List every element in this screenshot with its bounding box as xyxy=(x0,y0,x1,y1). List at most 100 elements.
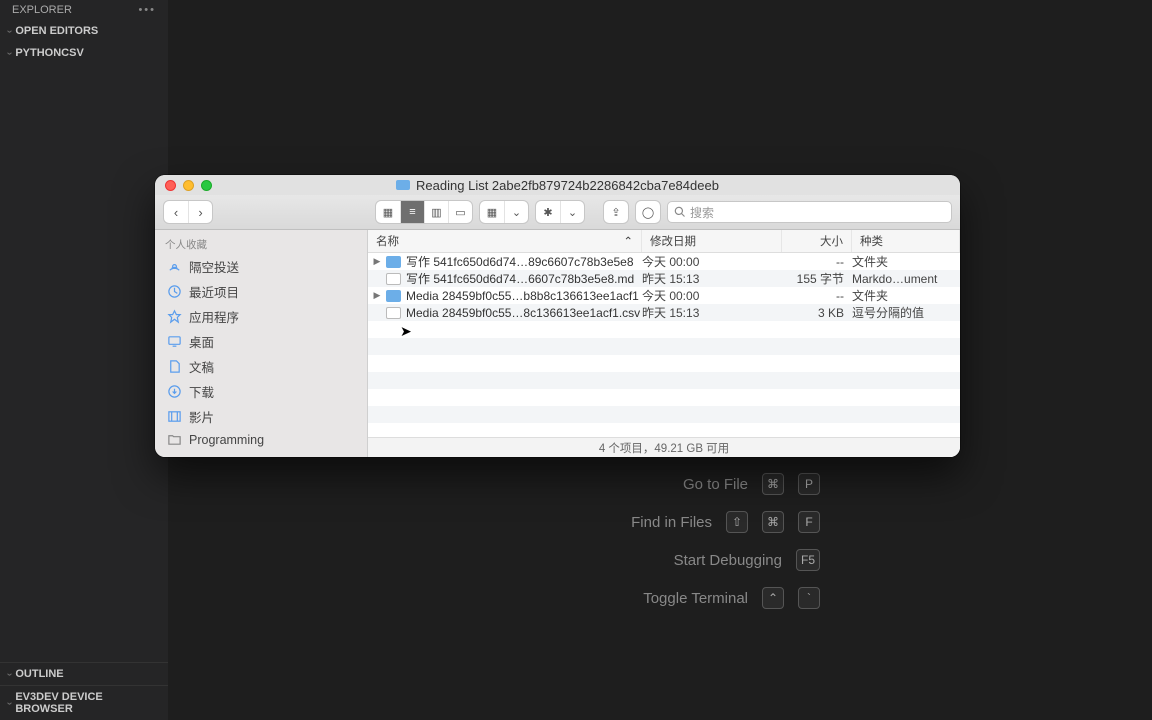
folder-icon xyxy=(167,432,182,447)
sidebar-airdrop[interactable]: 隔空投送 xyxy=(155,254,367,279)
sidebar-desktop[interactable]: 桌面 xyxy=(155,329,367,354)
icon-view-button[interactable]: ▦ xyxy=(376,201,400,223)
file-kind: Markdo…ument xyxy=(852,272,960,286)
tag-icon: ◯ xyxy=(636,201,660,223)
file-size: 155 字节 xyxy=(782,270,852,287)
finder-sidebar: 个人收藏 隔空投送 最近项目 应用程序 桌面 文稿 下载 影片 Programm… xyxy=(155,230,368,457)
file-size: -- xyxy=(782,255,852,269)
gear-icon: ✱ xyxy=(536,201,560,223)
finder-window: Reading List 2abe2fb879724b2286842cba7e8… xyxy=(155,175,960,457)
file-row[interactable]: ▶ Media 28459bf0c55…b8b8c136613ee1acf1今天 … xyxy=(368,287,960,304)
search-icon xyxy=(674,206,686,218)
file-name: Media 28459bf0c55…b8b8c136613ee1acf1 xyxy=(406,289,642,303)
search-placeholder: 搜索 xyxy=(690,204,714,221)
explorer-label: EXPLORER xyxy=(12,4,72,16)
tags-button[interactable]: ◯ xyxy=(635,200,661,224)
key-ctrl-icon: ⌃ xyxy=(762,587,784,609)
col-date[interactable]: 修改日期 xyxy=(642,230,782,252)
explorer-more-icon[interactable]: ••• xyxy=(138,4,156,16)
hint-findfiles: Find in Files ⇧ ⌘ F xyxy=(400,503,820,541)
minimize-icon[interactable] xyxy=(183,180,194,191)
sidebar-downloads[interactable]: 下载 xyxy=(155,379,367,404)
hint-terminal: Toggle Terminal ⌃ ` xyxy=(400,579,820,617)
sidebar-explorer-header: EXPLORER ••• xyxy=(0,0,168,20)
sidebar-movies[interactable]: 影片 xyxy=(155,404,367,429)
gallery-view-button[interactable]: ▭ xyxy=(448,201,472,223)
apps-icon xyxy=(167,309,182,324)
file-row[interactable]: Media 28459bf0c55…8c136613ee1acf1.csv昨天 … xyxy=(368,304,960,321)
action-menu[interactable]: ✱⌄ xyxy=(535,200,585,224)
file-kind: 文件夹 xyxy=(852,287,960,304)
file-date: 昨天 15:13 xyxy=(642,304,782,321)
disclosure-triangle-icon[interactable]: ▶ xyxy=(368,290,386,301)
movie-icon xyxy=(167,409,182,424)
folder-icon xyxy=(386,290,401,302)
window-title: Reading List 2abe2fb879724b2286842cba7e8… xyxy=(416,178,719,193)
nav-buttons: ‹ › xyxy=(163,200,213,224)
close-icon[interactable] xyxy=(165,180,176,191)
sidebar-outline[interactable]: OUTLINE xyxy=(0,662,168,685)
vscode-sidebar: EXPLORER ••• OPEN EDITORS PYTHONCSV OUTL… xyxy=(0,0,168,720)
sidebar-ev3[interactable]: EV3DEV DEVICE BROWSER xyxy=(0,685,168,720)
sidebar-documents[interactable]: 文稿 xyxy=(155,354,367,379)
file-icon xyxy=(386,307,401,319)
column-headers: 名称⌃ 修改日期 大小 种类 xyxy=(368,230,960,253)
col-name[interactable]: 名称⌃ xyxy=(368,230,642,252)
share-icon: ⇪ xyxy=(604,201,628,223)
folder-icon xyxy=(386,256,401,268)
column-view-button[interactable]: ▥ xyxy=(424,201,448,223)
share-button[interactable]: ⇪ xyxy=(603,200,629,224)
file-row[interactable]: ▶写作 541fc650d6d74…89c6607c78b3e5e8今天 00:… xyxy=(368,253,960,270)
file-rows: ▶ 写作 541fc650d6d74…89c6607c78b3e5e8今天 00:… xyxy=(368,253,960,437)
sidebar-open-editors[interactable]: OPEN EDITORS xyxy=(0,20,168,42)
file-kind: 文件夹 xyxy=(852,253,960,270)
disclosure-triangle-icon[interactable]: ▶ xyxy=(368,256,386,267)
grid-icon: ▦ xyxy=(480,201,504,223)
file-name: 写作 541fc650d6d74…89c6607c78b3e5e8 xyxy=(406,253,642,270)
file-date: 昨天 15:13 xyxy=(642,270,782,287)
sort-asc-icon: ⌃ xyxy=(623,234,633,248)
sidebar-apps[interactable]: 应用程序 xyxy=(155,304,367,329)
file-size: 3 KB xyxy=(782,306,852,320)
file-kind: 逗号分隔的值 xyxy=(852,304,960,321)
col-kind[interactable]: 种类 xyxy=(852,230,960,252)
key-cmd-icon: ⌘ xyxy=(762,473,784,495)
search-input[interactable]: 搜索 xyxy=(667,201,952,223)
folder-icon xyxy=(396,180,410,190)
document-icon xyxy=(167,359,182,374)
key-shift-icon: ⇧ xyxy=(726,511,748,533)
back-button[interactable]: ‹ xyxy=(164,201,188,223)
forward-button[interactable]: › xyxy=(188,201,212,223)
chevron-down-icon: ⌄ xyxy=(504,201,528,223)
sidebar-recents[interactable]: 最近项目 xyxy=(155,279,367,304)
col-size[interactable]: 大小 xyxy=(782,230,852,252)
welcome-hints: Go to File ⌘ P Find in Files ⇧ ⌘ F Start… xyxy=(400,465,820,617)
favorites-header: 个人收藏 xyxy=(155,233,367,254)
sidebar-programming[interactable]: Programming xyxy=(155,429,367,450)
airdrop-icon xyxy=(167,259,182,274)
titlebar[interactable]: Reading List 2abe2fb879724b2286842cba7e8… xyxy=(155,175,960,195)
file-row[interactable]: 写作 541fc650d6d74…6607c78b3e5e8.md昨天 15:1… xyxy=(368,270,960,287)
key-backtick: ` xyxy=(798,587,820,609)
window-controls xyxy=(165,180,212,191)
view-switcher: ▦ ≡ ▥ ▭ xyxy=(375,200,473,224)
hint-gotofile: Go to File ⌘ P xyxy=(400,465,820,503)
sidebar-project[interactable]: PYTHONCSV xyxy=(0,42,168,64)
file-date: 今天 00:00 xyxy=(642,287,782,304)
file-size: -- xyxy=(782,289,852,303)
desktop-icon xyxy=(167,334,182,349)
file-icon xyxy=(386,273,401,285)
toolbar: ‹ › ▦ ≡ ▥ ▭ ▦⌄ ✱⌄ ⇪ ◯ 搜索 xyxy=(155,195,960,230)
download-icon xyxy=(167,384,182,399)
hint-debug: Start Debugging F5 xyxy=(400,541,820,579)
key-f5: F5 xyxy=(796,549,820,571)
zoom-icon[interactable] xyxy=(201,180,212,191)
chevron-down-icon: ⌄ xyxy=(560,201,584,223)
key-cmd-icon: ⌘ xyxy=(762,511,784,533)
file-list-pane: 名称⌃ 修改日期 大小 种类 ▶ 写作 541fc650d6d74…89c6607… xyxy=(368,230,960,457)
group-menu[interactable]: ▦⌄ xyxy=(479,200,529,224)
file-name: Media 28459bf0c55…8c136613ee1acf1.csv xyxy=(406,306,642,320)
file-name: 写作 541fc650d6d74…6607c78b3e5e8.md xyxy=(406,270,642,287)
list-view-button[interactable]: ≡ xyxy=(400,201,424,223)
clock-icon xyxy=(167,284,182,299)
